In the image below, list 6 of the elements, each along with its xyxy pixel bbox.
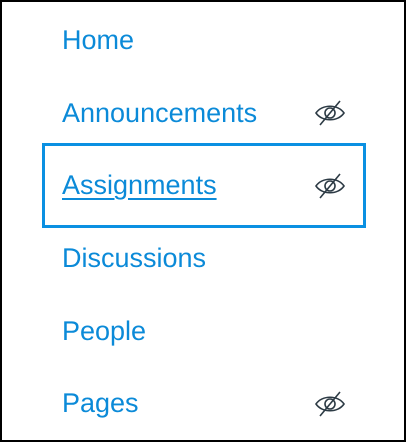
- nav-link[interactable]: People: [48, 294, 360, 368]
- nav-link[interactable]: Discussions: [48, 222, 360, 295]
- nav-link[interactable]: Assignments: [48, 149, 360, 222]
- nav-link[interactable]: Announcements: [48, 76, 360, 150]
- nav-link[interactable]: Home: [48, 4, 360, 77]
- nav-link[interactable]: Pages: [48, 367, 360, 440]
